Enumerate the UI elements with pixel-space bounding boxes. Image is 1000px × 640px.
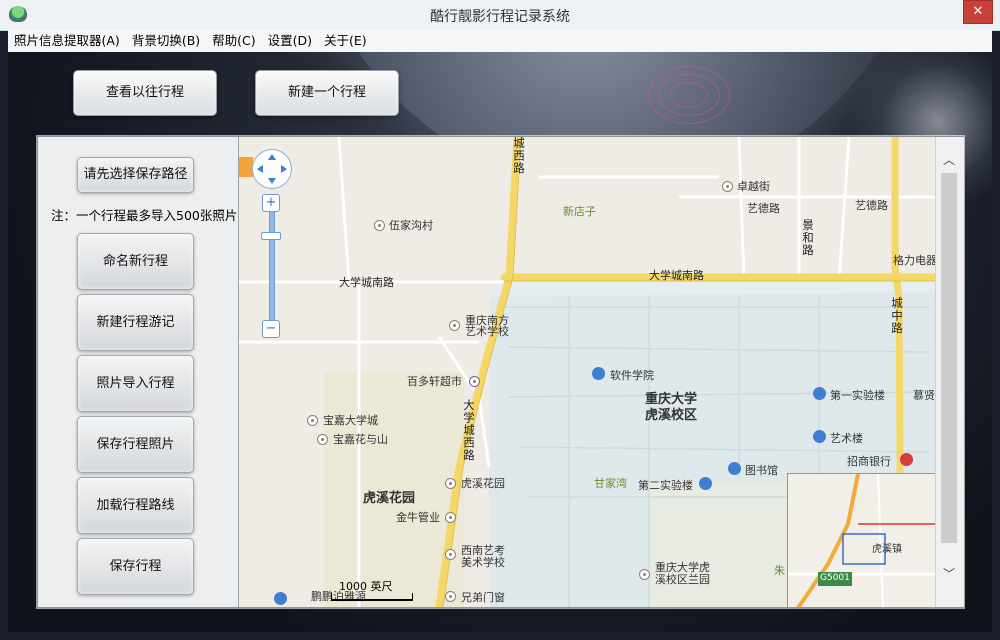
map-label: 格力电器 xyxy=(893,254,935,267)
save-trip-photos-button[interactable]: 保存行程照片 xyxy=(77,416,194,473)
map-label: 兄弟门窗 xyxy=(461,591,505,604)
new-travelogue-button[interactable]: 新建行程游记 xyxy=(77,294,194,351)
menu-about[interactable]: 关于(E) xyxy=(318,30,373,52)
map-label: 百多轩超市 xyxy=(407,375,462,388)
save-trip-button[interactable]: 保存行程 xyxy=(77,538,194,595)
import-photos-button[interactable]: 照片导入行程 xyxy=(77,355,194,412)
menu-help[interactable]: 帮助(C) xyxy=(206,30,261,52)
map-label: 第一实验楼 xyxy=(830,389,885,402)
map-label: 金牛管业 xyxy=(396,511,440,524)
title-bar: 酷行靓影行程记录系统 ✕ xyxy=(0,0,1000,31)
map-label: 慕贤 xyxy=(913,389,935,402)
overview-map[interactable]: 虎溪镇 G5001 xyxy=(787,473,935,607)
vertical-scrollbar[interactable]: ︿ ﹀ xyxy=(935,137,964,607)
map-label: 伍家沟村 xyxy=(389,219,433,232)
poi-marker xyxy=(317,434,328,445)
poi-marker xyxy=(374,220,385,231)
map-label: 重庆大学虎溪校区 xyxy=(645,392,698,423)
map-view[interactable]: + − 大学城南路 大学城南路 城西路 大学城西路 景和路 城中路 艺德路 艺德… xyxy=(239,137,935,607)
map-label: 城中路 xyxy=(890,297,904,335)
name-trip-button[interactable]: 命名新行程 xyxy=(77,233,194,290)
menu-background-switch[interactable]: 背景切换(B) xyxy=(126,30,206,52)
map-label: 招商银行 xyxy=(847,455,891,468)
poi-marker xyxy=(445,591,456,602)
nebula-ring xyxy=(670,82,708,108)
menu-settings[interactable]: 设置(D) xyxy=(262,30,318,52)
map-label: 城西路 xyxy=(512,137,526,175)
map-label: 朱 xyxy=(774,564,785,577)
map-label: 新店子 xyxy=(563,205,596,218)
poi-marker xyxy=(307,415,318,426)
main-panel: 请先选择保存路径 注：一个行程最多导入500张照片 命名新行程 新建行程游记 照… xyxy=(37,136,964,608)
poi-marker xyxy=(639,569,650,580)
building-icon xyxy=(699,477,712,490)
background-wallpaper: 查看以往行程 新建一个行程 请先选择保存路径 注：一个行程最多导入500张照片 … xyxy=(8,52,992,632)
new-trip-button[interactable]: 新建一个行程 xyxy=(255,70,399,116)
map-label: 宝嘉花与山 xyxy=(333,433,388,446)
map-label: 软件学院 xyxy=(610,369,654,382)
map-label: 重庆南方艺术学校 xyxy=(465,314,509,338)
library-icon xyxy=(728,462,741,475)
scale-label: 1000 英尺 xyxy=(339,580,393,593)
poi-marker xyxy=(722,181,733,192)
poi-marker xyxy=(445,549,456,560)
college-icon xyxy=(592,367,605,380)
zoom-handle[interactable] xyxy=(261,232,281,240)
sidebar: 请先选择保存路径 注：一个行程最多导入500张照片 命名新行程 新建行程游记 照… xyxy=(38,137,239,607)
map-label: 重庆大学虎溪校区兰园 xyxy=(655,561,710,586)
scroll-down-arrow-icon[interactable]: ﹀ xyxy=(943,565,955,582)
menu-photo-extractor[interactable]: 照片信息提取器(A) xyxy=(8,30,126,52)
load-route-button[interactable]: 加载行程路线 xyxy=(77,477,194,534)
zoom-in-button[interactable]: + xyxy=(262,194,280,212)
supermarket-icon xyxy=(469,376,480,387)
choose-save-path-button[interactable]: 请先选择保存路径 xyxy=(77,157,194,193)
pan-control[interactable] xyxy=(252,149,292,189)
poi-marker xyxy=(449,320,460,331)
zoom-slider[interactable] xyxy=(269,201,275,323)
building-icon xyxy=(813,387,826,400)
map-label: 大学城南路 xyxy=(339,276,394,289)
close-button[interactable]: ✕ xyxy=(963,0,993,24)
overview-town-label: 虎溪镇 xyxy=(872,544,902,555)
map-label: 艺术楼 xyxy=(830,432,863,445)
map-label: 艺德路 xyxy=(747,202,780,215)
poi-marker xyxy=(445,512,456,523)
map-label: 图书馆 xyxy=(745,464,778,477)
location-icon xyxy=(274,592,287,605)
highway-badge: G5001 xyxy=(820,573,850,583)
map-label: 虎溪花园 xyxy=(363,491,416,506)
poi-marker xyxy=(445,478,456,489)
map-label: 艺德路 xyxy=(855,199,888,212)
map-label: 卓越街 xyxy=(737,180,770,193)
map-label: 大学城南路 xyxy=(649,269,704,282)
scale-bar xyxy=(331,593,413,601)
map-label: 宝嘉大学城 xyxy=(323,414,378,427)
map-label: 第二实验楼 xyxy=(638,479,693,492)
map-label: 大学城西路 xyxy=(462,399,476,462)
view-past-trips-button[interactable]: 查看以往行程 xyxy=(73,70,217,116)
bank-icon xyxy=(900,453,913,466)
map-label: 西南艺考美术学校 xyxy=(461,544,505,569)
scroll-thumb[interactable] xyxy=(941,173,957,543)
zoom-out-button[interactable]: − xyxy=(262,320,280,338)
building-icon xyxy=(813,430,826,443)
map-label: 虎溪花园 xyxy=(461,477,505,490)
map-label: 景和路 xyxy=(801,219,815,257)
menu-bar: 照片信息提取器(A) 背景切换(B) 帮助(C) 设置(D) 关于(E) xyxy=(8,30,992,53)
scroll-up-arrow-icon[interactable]: ︿ xyxy=(943,151,955,168)
window-title: 酷行靓影行程记录系统 xyxy=(430,9,570,25)
map-label: 甘家湾 xyxy=(594,477,627,490)
import-limit-note: 注：一个行程最多导入500张照片 xyxy=(51,208,238,223)
